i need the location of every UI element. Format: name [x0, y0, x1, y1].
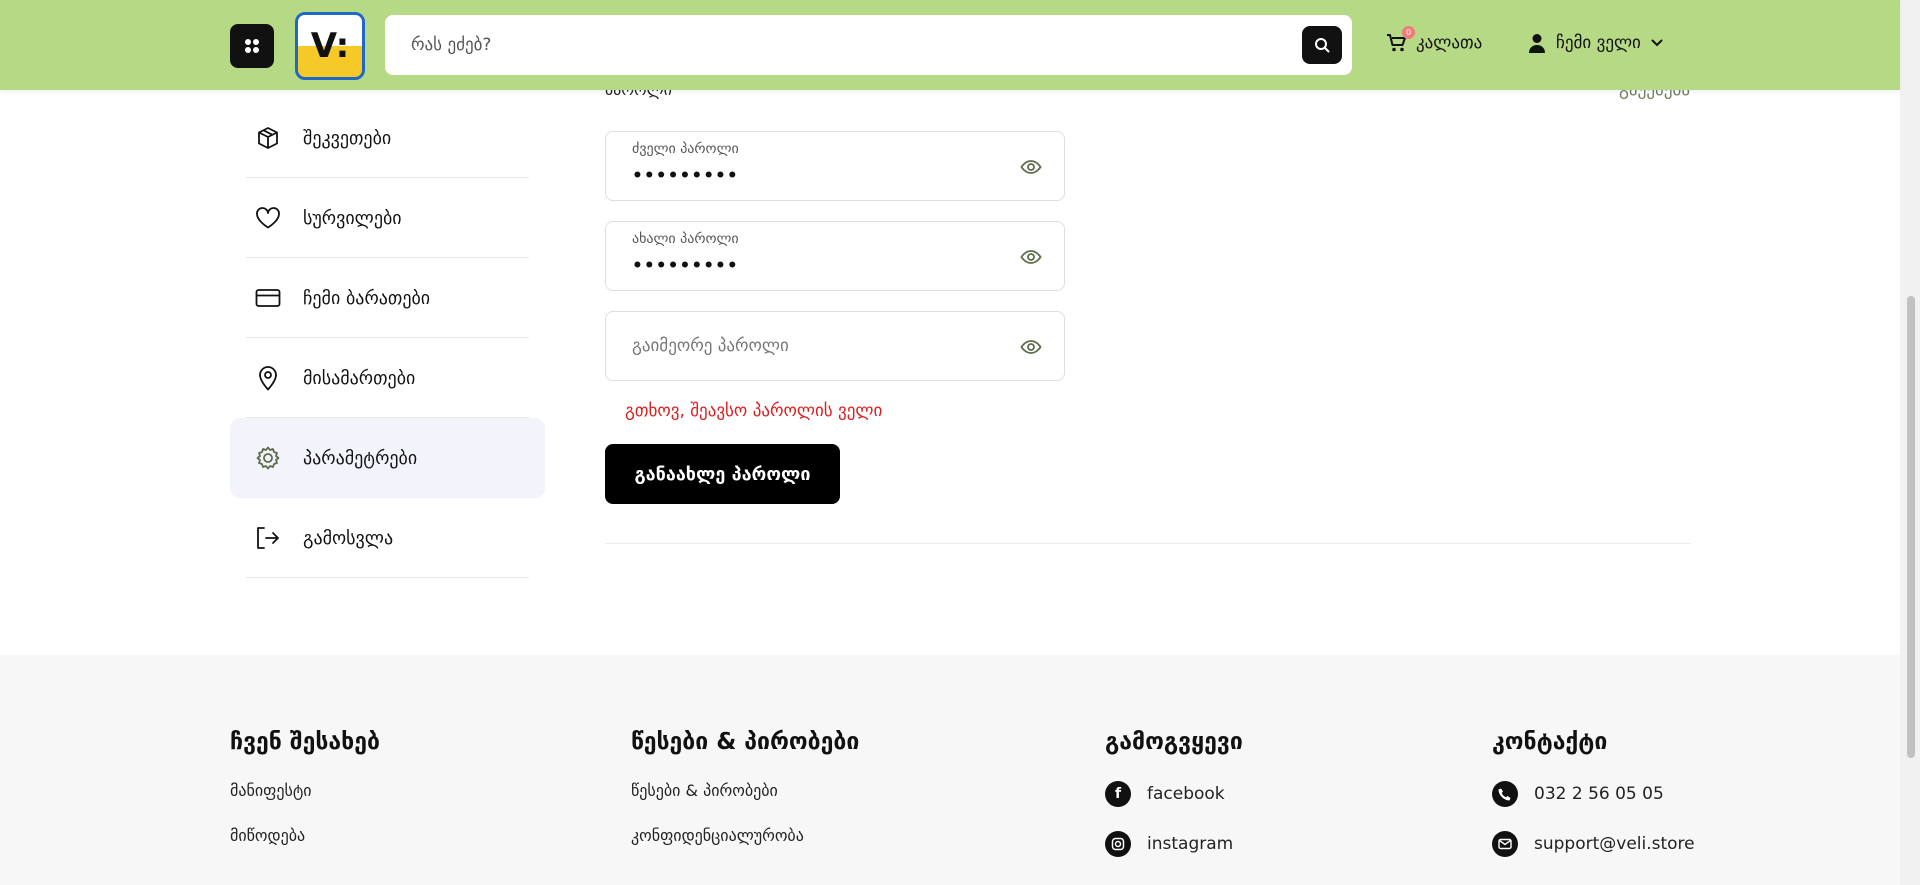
sidebar-item-label: მისამართები [303, 367, 416, 389]
footer-link-terms[interactable]: წესები & პირობები [631, 781, 859, 801]
search-button[interactable] [1302, 26, 1342, 64]
facebook-icon: f [1105, 781, 1131, 807]
divider [605, 543, 1691, 544]
password-error-message: გთხოვ, შეავსო პაროლის ველი [625, 401, 883, 421]
account-sidebar: შეკვეთები სურვილები ჩემი ბარათები მისამა… [230, 98, 545, 578]
cart-label: კალათა [1416, 33, 1483, 53]
new-password-value: ••••••••• [632, 256, 739, 276]
location-pin-icon [255, 365, 281, 391]
eye-icon[interactable] [1020, 336, 1042, 358]
footer-link-delivery[interactable]: მიწოდება [230, 826, 380, 846]
search-icon [1315, 38, 1330, 53]
sidebar-item-label: გამოსვლა [303, 527, 394, 549]
sidebar-item-orders[interactable]: შეკვეთები [230, 98, 545, 178]
sidebar-item-settings[interactable]: პარამეტრები [230, 418, 545, 498]
sidebar-item-label: შეკვეთები [303, 127, 392, 149]
eye-icon[interactable] [1020, 156, 1042, 178]
cart-button[interactable]: 0 კალათა [1386, 26, 1483, 53]
sidebar-item-wishlist[interactable]: სურვილები [230, 178, 545, 258]
footer-phone[interactable]: 032 2 56 05 05 [1492, 781, 1695, 807]
footer-link-manifesto[interactable]: მანიფესტი [230, 781, 380, 801]
credit-card-icon [255, 285, 281, 311]
sidebar-item-label: პარამეტრები [303, 447, 418, 469]
email-address: support@veli.store [1534, 834, 1695, 854]
old-password-field[interactable]: ძველი პაროლი ••••••••• [605, 131, 1065, 201]
page-scrollbar[interactable] [1900, 0, 1920, 885]
sidebar-item-logout[interactable]: გამოსვლა [230, 498, 545, 578]
footer-contact-title: კონტაქტი [1492, 729, 1608, 755]
repeat-password-placeholder: გაიმეორე პაროლი [632, 336, 789, 356]
chevron-down-icon [1651, 39, 1663, 47]
footer-terms-title: წესები & პირობები [631, 729, 860, 755]
sidebar-item-cards[interactable]: ჩემი ბარათები [230, 258, 545, 338]
sidebar-item-addresses[interactable]: მისამართები [230, 338, 545, 418]
old-password-value: ••••••••• [632, 166, 739, 186]
footer-terms-column: წესები & პირობები წესები & პირობები კონფ… [631, 729, 859, 871]
old-password-label: ძველი პაროლი [632, 141, 739, 157]
search-bar [385, 15, 1352, 75]
grid-icon [245, 39, 259, 53]
mail-icon [1492, 831, 1518, 857]
user-icon [1529, 34, 1545, 53]
new-password-field[interactable]: ახალი პაროლი ••••••••• [605, 221, 1065, 291]
facebook-label: facebook [1147, 784, 1225, 804]
logo-mark: V: [310, 26, 350, 66]
footer-link-privacy[interactable]: კონფიდენციალურობა [631, 826, 859, 846]
instagram-label: instagram [1147, 834, 1234, 854]
search-input[interactable] [411, 15, 1291, 75]
veli-logo[interactable]: V: [295, 12, 365, 80]
footer-contact-column: კონტაქტი 032 2 56 05 05 support@veli.sto… [1492, 729, 1695, 881]
gear-icon [255, 445, 281, 471]
phone-icon [1492, 781, 1518, 807]
update-password-button[interactable]: განაახლე პაროლი [605, 444, 840, 504]
logout-icon [255, 525, 281, 551]
top-header: V: 0 კალათა ჩემი ველი [0, 0, 1900, 90]
account-label: ჩემი ველი [1556, 33, 1641, 53]
footer-email[interactable]: support@veli.store [1492, 831, 1695, 857]
cart-icon: 0 [1386, 26, 1415, 53]
sidebar-item-label: ჩემი ბარათები [303, 287, 431, 309]
menu-grid-button[interactable] [230, 24, 274, 68]
cart-count-badge: 0 [1402, 26, 1415, 39]
site-footer: ჩვენ შესახებ მანიფესტი მიწოდება წესები &… [0, 655, 1900, 885]
footer-follow-column: გამოგვყევი f facebook instagram [1105, 729, 1243, 881]
sidebar-item-label: სურვილები [303, 207, 402, 229]
footer-link-facebook[interactable]: f facebook [1105, 781, 1243, 807]
new-password-label: ახალი პაროლი [632, 231, 739, 247]
heart-icon [255, 205, 281, 231]
account-menu[interactable]: ჩემი ველი [1528, 33, 1663, 53]
instagram-icon [1105, 831, 1131, 857]
footer-follow-title: გამოგვყევი [1105, 729, 1243, 755]
eye-icon[interactable] [1020, 246, 1042, 268]
footer-link-instagram[interactable]: instagram [1105, 831, 1243, 857]
footer-about-title: ჩვენ შესახებ [230, 729, 380, 755]
repeat-password-field[interactable]: გაიმეორე პაროლი [605, 311, 1065, 381]
phone-number: 032 2 56 05 05 [1534, 784, 1664, 804]
footer-about-column: ჩვენ შესახებ მანიფესტი მიწოდება [230, 729, 380, 871]
scrollbar-thumb[interactable] [1907, 296, 1915, 758]
box-icon [255, 125, 281, 151]
